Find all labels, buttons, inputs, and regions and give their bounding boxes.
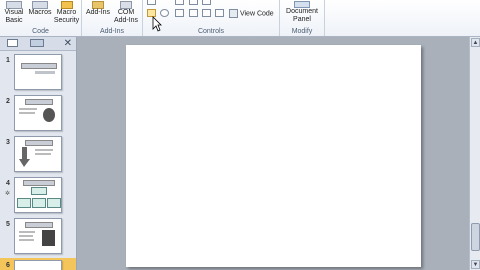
outline-tab-icon[interactable]: [7, 39, 18, 47]
thumb-diagram-box: [32, 198, 46, 208]
thumb-title-bar: [25, 140, 53, 146]
scroll-thumb[interactable]: [471, 223, 480, 251]
macros-icon: [32, 1, 48, 9]
view-code-label: View Code: [239, 10, 274, 18]
slide-thumbnail-2[interactable]: [14, 95, 62, 131]
com-addins-button[interactable]: COM Add-Ins: [112, 1, 140, 25]
code-group-label: Code: [32, 28, 49, 35]
thumb-text-line: [35, 153, 51, 155]
addins-button[interactable]: Add-Ins: [84, 1, 112, 17]
thumb-diagram-box: [31, 187, 47, 195]
macro-security-label: Macro Security: [53, 9, 80, 24]
vertical-scrollbar[interactable]: ▲ ▼: [469, 37, 480, 270]
macro-security-button[interactable]: Macro Security: [53, 1, 80, 25]
slide-number: 2: [6, 98, 10, 105]
addins-group: Add-Ins COM Add-Ins Add-Ins: [82, 0, 143, 36]
thumb-title-bar: [21, 63, 57, 69]
com-addins-label: COM Add-Ins: [113, 9, 139, 24]
slides-tab-icon[interactable]: [30, 39, 44, 47]
ribbon: Visual Basic Macros Macro Security Code …: [0, 0, 480, 37]
animation-star-icon: ✲: [5, 191, 11, 197]
slide-number: 6: [6, 262, 10, 269]
slide-number: 4: [6, 180, 10, 187]
thumb-diagram-box: [47, 198, 61, 208]
slide-thumbnail-1[interactable]: [14, 54, 62, 90]
listbox-control-icon[interactable]: [189, 9, 198, 17]
code-group: Visual Basic Macros Macro Security Code: [0, 0, 82, 36]
modify-group-label: Modify: [291, 28, 313, 35]
thumb-title-bar: [25, 222, 53, 228]
thumb-text-line: [19, 112, 35, 114]
document-panel-icon: [294, 1, 310, 8]
thumb-image: [42, 230, 55, 246]
thumb-text-line: [19, 239, 34, 241]
control-button-icon[interactable]: [189, 0, 198, 5]
slide-number: 1: [6, 57, 10, 64]
controls-group-label: Controls: [197, 28, 225, 35]
document-panel-label: Document Panel: [286, 8, 318, 23]
slide-editor: [77, 37, 469, 270]
control-image-icon[interactable]: [202, 0, 211, 5]
control-textbox-icon[interactable]: [175, 0, 184, 5]
addins-label: Add-Ins: [85, 9, 111, 16]
control-label-icon[interactable]: [147, 0, 156, 5]
down-arrow-icon: [19, 159, 30, 167]
more-controls-icon[interactable]: [215, 9, 224, 17]
slides-pane: ✕ 1 2 3 4 ✲ 5 6: [0, 37, 77, 270]
slide-thumbnail-5[interactable]: [14, 218, 62, 254]
gear-icon: [92, 1, 104, 9]
thumb-title-bar: [23, 180, 55, 186]
view-code-button[interactable]: View Code: [229, 9, 274, 18]
controls-group: View Code Controls: [143, 0, 280, 36]
slide-number: 5: [6, 221, 10, 228]
modify-group: Document Panel Modify: [280, 0, 325, 36]
slide-thumbnail-4[interactable]: [14, 177, 62, 213]
thumb-arrow-shaft: [22, 147, 27, 159]
visual-basic-label: Visual Basic: [4, 9, 24, 24]
macros-label: Macros: [28, 9, 52, 16]
com-addins-icon: [120, 1, 132, 9]
slide-number: 3: [6, 139, 10, 146]
macros-button[interactable]: Macros: [28, 1, 52, 17]
thumb-text-line: [19, 235, 33, 237]
scroll-down-icon[interactable]: ▼: [471, 260, 480, 269]
combobox-control-icon[interactable]: [175, 9, 184, 17]
thumb-text-line: [19, 108, 37, 110]
thumb-text-line: [19, 231, 35, 233]
pane-header: ✕: [0, 37, 76, 51]
document-panel-button[interactable]: Document Panel: [282, 1, 322, 24]
thumb-title-bar: [25, 99, 53, 105]
addins-group-label: Add-Ins: [99, 28, 125, 35]
toggle-control-icon[interactable]: [202, 9, 211, 17]
visual-basic-icon: [6, 1, 22, 9]
slide-thumbnail-3[interactable]: [14, 136, 62, 172]
apple-icon: [43, 108, 55, 122]
view-code-icon: [229, 9, 238, 18]
warning-shield-icon: [60, 1, 73, 9]
thumb-subtitle-bar: [35, 71, 55, 74]
thumb-diagram-box: [17, 198, 31, 208]
current-slide-canvas[interactable]: [126, 45, 421, 267]
scroll-up-icon[interactable]: ▲: [471, 38, 480, 47]
slide-thumbnail-6[interactable]: [14, 260, 62, 270]
close-icon[interactable]: ✕: [64, 38, 72, 49]
thumb-text-line: [35, 149, 53, 151]
visual-basic-button[interactable]: Visual Basic: [2, 1, 26, 25]
